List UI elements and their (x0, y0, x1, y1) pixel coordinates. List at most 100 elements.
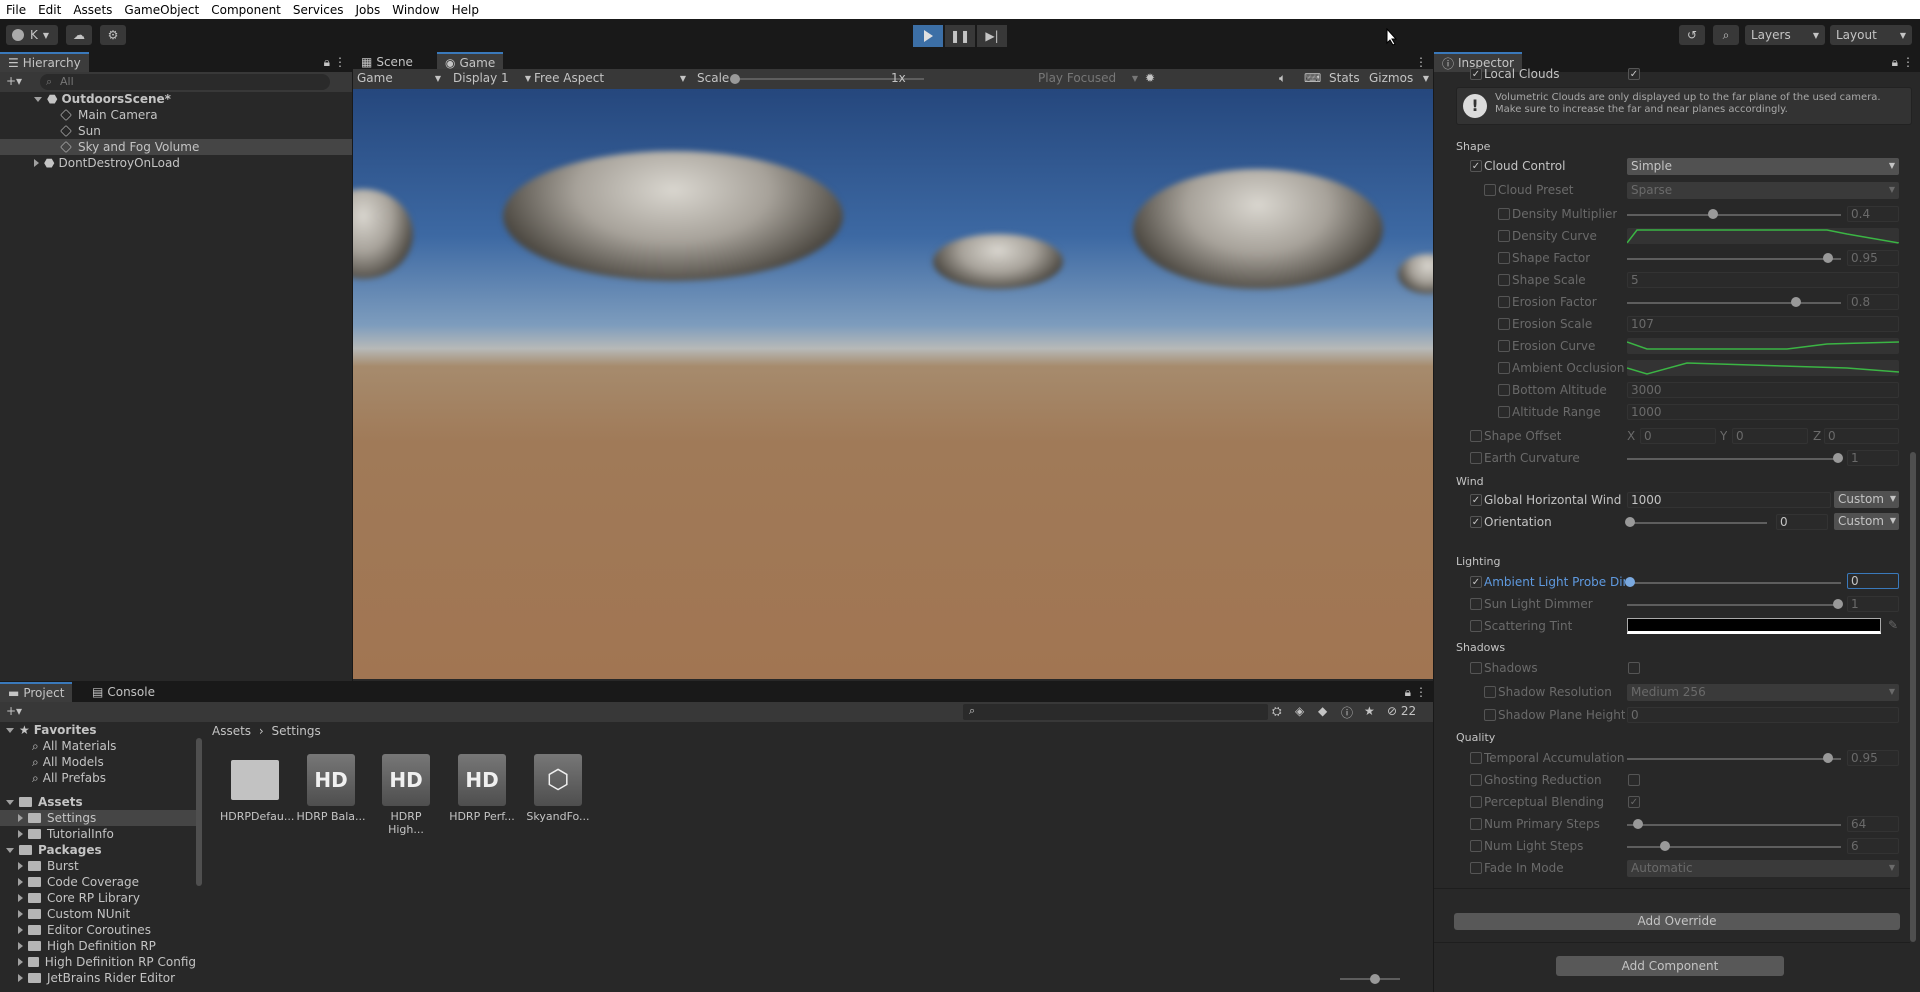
menu-window[interactable]: Window (386, 3, 445, 17)
bug-icon[interactable]: ✹ (1145, 71, 1155, 85)
account-dropdown[interactable]: K ▼ (6, 25, 58, 45)
scrollbar-thumb[interactable] (196, 738, 202, 886)
density-multiplier-field[interactable]: 0.4 (1847, 206, 1899, 222)
icon-size-slider[interactable] (1340, 974, 1400, 984)
pause-button[interactable]: ❚❚ (945, 25, 975, 47)
tab-hierarchy[interactable]: ☰ Hierarchy (0, 52, 89, 72)
list-item[interactable]: ⬣ DontDestroyOnLoad (0, 155, 352, 171)
cloud-button[interactable]: ☁ (66, 25, 92, 45)
tree-item[interactable]: Settings (0, 810, 196, 826)
tree-item[interactable]: Core RP Library (0, 890, 196, 906)
ambient-light-probe-field[interactable]: 0 (1847, 573, 1899, 589)
override-checkbox[interactable] (1498, 274, 1510, 286)
asset-item[interactable]: HD HDRP Perf... (447, 754, 517, 823)
expand-icon[interactable] (6, 799, 14, 805)
aspect-dropdown[interactable]: Free Aspect ▼ (534, 71, 686, 85)
slider-knob[interactable] (1708, 209, 1719, 219)
shape-factor-slider[interactable] (1627, 258, 1841, 260)
stats-button[interactable]: Stats (1329, 71, 1360, 85)
more-icon[interactable]: ⋮ (1415, 685, 1427, 699)
asset-item[interactable]: ⬡ SkyandFo... (523, 754, 593, 823)
play-focused-dropdown[interactable]: Play Focused ▼ (1038, 71, 1138, 85)
override-checkbox[interactable] (1498, 362, 1510, 374)
cloud-control-dropdown[interactable]: Simple ▼ (1627, 158, 1899, 175)
tree-item[interactable]: JetBrains Rider Editor (0, 970, 196, 986)
tree-item[interactable]: ⌕ All Models (0, 754, 196, 770)
temporal-accumulation-slider[interactable] (1627, 758, 1841, 760)
perceptual-blending-checkbox[interactable]: ✓ (1628, 796, 1640, 808)
orientation-mode-dropdown[interactable]: Custom ▼ (1834, 513, 1899, 530)
override-checkbox[interactable] (1470, 862, 1482, 874)
tree-item[interactable]: Code Coverage (0, 874, 196, 890)
star-icon[interactable]: ★ (1364, 704, 1375, 718)
earth-curvature-field[interactable]: 1 (1847, 450, 1899, 466)
scale-slider-knob[interactable] (730, 74, 740, 84)
eyedropper-icon[interactable]: ✎ (1888, 618, 1898, 632)
override-checkbox[interactable] (1470, 752, 1482, 764)
lock-icon[interactable]: 🔒︎ (324, 55, 330, 70)
play-button[interactable] (913, 25, 943, 47)
hidden-count[interactable]: ⊘ 22 (1387, 704, 1416, 718)
slider-knob[interactable] (1833, 599, 1843, 609)
menu-help[interactable]: Help (446, 3, 485, 17)
expand-icon[interactable] (18, 942, 23, 950)
erosion-factor-slider[interactable] (1627, 302, 1841, 304)
override-checkbox[interactable] (1484, 709, 1496, 721)
layers-dropdown[interactable]: Layers ▼ (1745, 25, 1825, 45)
list-item[interactable]: Sun (0, 123, 352, 139)
local-clouds-override-checkbox[interactable]: ✓ (1470, 68, 1482, 80)
override-checkbox[interactable] (1484, 686, 1496, 698)
shape-factor-field[interactable]: 0.95 (1847, 250, 1899, 266)
expand-icon[interactable] (18, 830, 23, 838)
density-multiplier-slider[interactable] (1627, 214, 1841, 216)
shadow-plane-height-field[interactable]: 0 (1627, 707, 1899, 723)
override-checkbox[interactable] (1498, 406, 1510, 418)
num-light-steps-field[interactable]: 6 (1847, 838, 1899, 854)
project-search-input[interactable]: ⌕ (963, 704, 1268, 720)
num-primary-steps-field[interactable]: 64 (1847, 816, 1899, 832)
erosion-scale-field[interactable]: 107 (1627, 316, 1899, 332)
temporal-accumulation-field[interactable]: 0.95 (1847, 750, 1899, 766)
breadcrumb-assets[interactable]: Assets (212, 724, 251, 738)
collab-button[interactable]: ⚙ (100, 25, 126, 45)
expand-icon[interactable] (18, 814, 23, 822)
override-checkbox[interactable] (1470, 774, 1482, 786)
tree-item[interactable]: TutorialInfo (0, 826, 196, 842)
add-icon[interactable]: +▾ (6, 74, 22, 88)
fade-in-mode-dropdown[interactable]: Automatic ▼ (1627, 860, 1899, 877)
slider-knob[interactable] (1625, 517, 1635, 527)
erosion-curve-field[interactable] (1627, 338, 1899, 354)
tag-icon[interactable]: ◆ (1318, 704, 1327, 718)
ambient-occlusion-curve-field[interactable] (1627, 360, 1899, 376)
tab-console[interactable]: ▤ Console (84, 682, 163, 702)
tab-project[interactable]: ▬ Project (0, 682, 73, 702)
asset-item[interactable]: HD HDRP Bala... (296, 754, 366, 823)
icon-size-slider-knob[interactable] (1370, 974, 1380, 984)
override-checkbox[interactable] (1484, 184, 1496, 196)
bottom-altitude-field[interactable]: 3000 (1627, 382, 1899, 398)
override-checkbox[interactable] (1470, 840, 1482, 852)
tree-item[interactable]: Editor Coroutines (0, 922, 196, 938)
expand-icon[interactable] (6, 847, 14, 853)
sun-light-dimmer-slider[interactable] (1627, 604, 1841, 606)
override-checkbox[interactable]: ✓ (1470, 576, 1482, 588)
menu-file[interactable]: File (0, 3, 32, 17)
game-view-dropdown[interactable]: Game ▼ (357, 71, 441, 85)
slider-knob[interactable] (1633, 819, 1644, 829)
expand-icon[interactable] (18, 974, 23, 982)
num-light-steps-slider[interactable] (1627, 846, 1841, 848)
shape-offset-x-field[interactable]: 0 (1640, 428, 1716, 444)
more-icon[interactable]: ⋮ (1415, 55, 1427, 69)
menu-jobs[interactable]: Jobs (350, 3, 387, 17)
slider-knob[interactable] (1833, 453, 1843, 463)
list-item[interactable]: Main Camera (0, 107, 352, 123)
breadcrumb-settings[interactable]: Settings (272, 724, 321, 738)
step-button[interactable]: ▶| (977, 25, 1007, 47)
list-item[interactable]: ⬣ OutdoorsScene* (0, 91, 352, 107)
tree-item[interactable]: High Definition RP Config (0, 954, 196, 970)
expand-icon[interactable] (18, 958, 23, 966)
display-dropdown[interactable]: Display 1 ▼ (453, 71, 531, 85)
override-checkbox[interactable] (1498, 208, 1510, 220)
local-clouds-checkbox[interactable]: ✓ (1628, 68, 1640, 80)
ambient-light-probe-slider[interactable] (1627, 582, 1841, 584)
